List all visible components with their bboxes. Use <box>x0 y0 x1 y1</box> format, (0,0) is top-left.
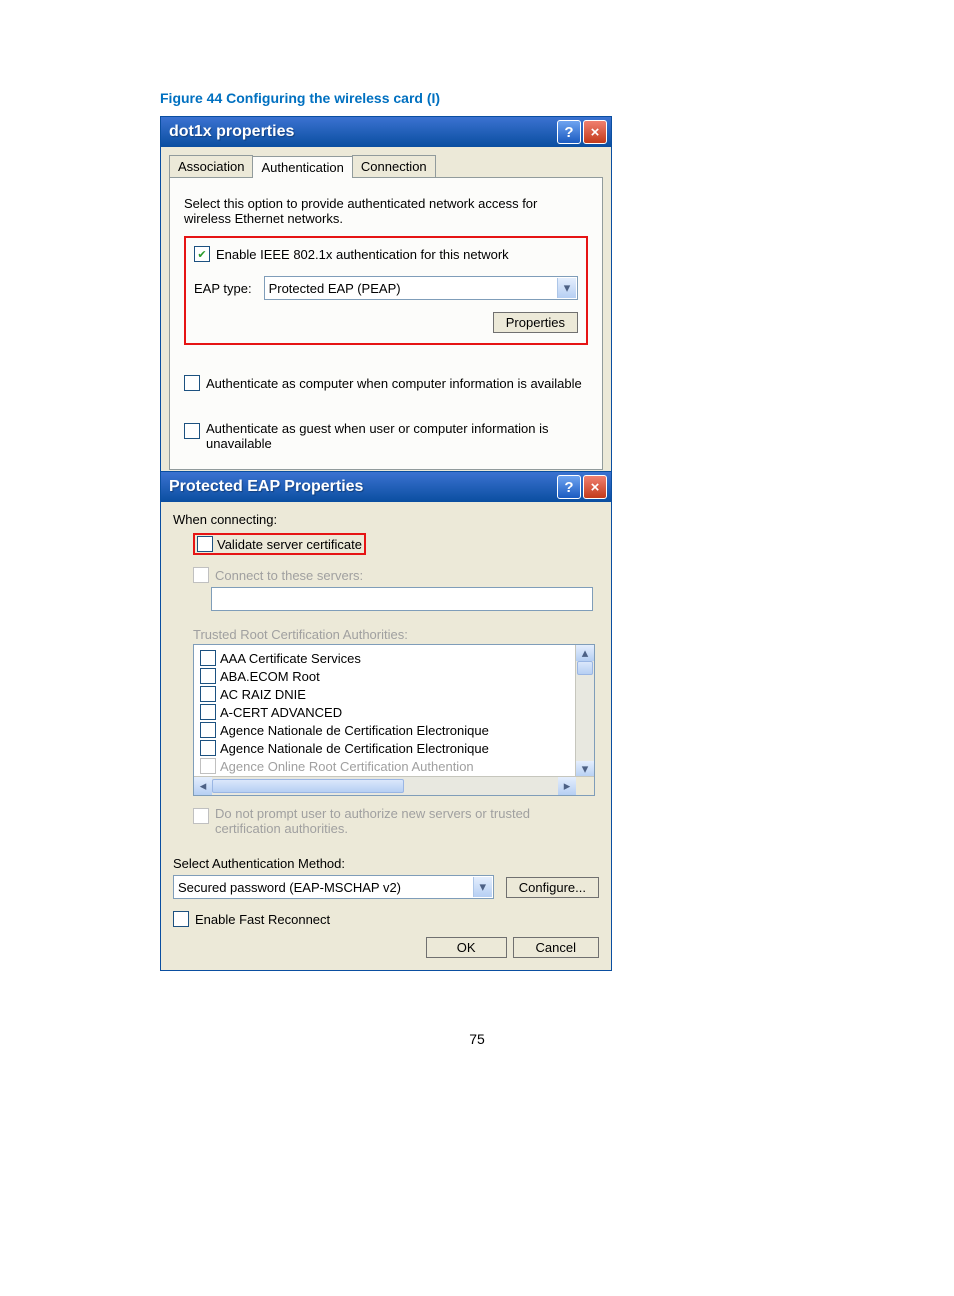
help-icon[interactable]: ? <box>557 475 581 499</box>
ca-checkbox[interactable] <box>200 704 216 720</box>
fast-reconnect-label: Enable Fast Reconnect <box>195 912 330 927</box>
peap-properties-window: Protected EAP Properties ? × When connec… <box>160 471 612 971</box>
close-icon[interactable]: × <box>583 120 607 144</box>
ca-label: AAA Certificate Services <box>220 651 361 666</box>
when-connecting-label: When connecting: <box>173 512 599 527</box>
list-item[interactable]: Agence Online Root Certification Authent… <box>200 757 588 775</box>
validate-cert-checkbox[interactable] <box>197 536 213 552</box>
enable-8021x-label: Enable IEEE 802.1x authentication for th… <box>216 247 509 262</box>
chevron-down-icon: ▾ <box>557 278 576 298</box>
scroll-up-icon[interactable]: ▴ <box>576 645 594 661</box>
list-item[interactable]: AAA Certificate Services <box>200 649 588 667</box>
help-icon[interactable]: ? <box>557 120 581 144</box>
list-item[interactable]: Agence Nationale de Certification Electr… <box>200 721 588 739</box>
window-title: Protected EAP Properties <box>169 478 363 496</box>
ca-checkbox[interactable] <box>200 650 216 666</box>
fast-reconnect-checkbox[interactable] <box>173 911 189 927</box>
no-prompt-label: Do not prompt user to authorize new serv… <box>215 806 575 836</box>
connect-servers-checkbox <box>193 567 209 583</box>
scroll-thumb[interactable] <box>577 661 593 675</box>
properties-button[interactable]: Properties <box>493 312 578 333</box>
ca-label: Agence Nationale de Certification Electr… <box>220 741 489 756</box>
auth-as-guest-checkbox[interactable] <box>184 423 200 439</box>
scroll-down-icon[interactable]: ▾ <box>576 761 594 777</box>
page-number: 75 <box>160 1031 794 1047</box>
tab-strip: Association Authentication Connection <box>161 147 611 177</box>
select-auth-label: Select Authentication Method: <box>173 856 599 871</box>
tab-association[interactable]: Association <box>169 155 253 177</box>
validate-cert-label: Validate server certificate <box>217 537 362 552</box>
window-title: dot1x properties <box>169 123 294 141</box>
trusted-ca-list[interactable]: AAA Certificate Services ABA.ECOM Root A… <box>193 644 595 796</box>
auth-method-select[interactable]: Secured password (EAP-MSCHAP v2) ▾ <box>173 875 494 899</box>
scroll-corner <box>576 777 594 795</box>
highlight-box: Enable IEEE 802.1x authentication for th… <box>184 236 588 345</box>
ca-label: Agence Nationale de Certification Electr… <box>220 723 489 738</box>
auth-method-value: Secured password (EAP-MSCHAP v2) <box>178 880 401 895</box>
list-item[interactable]: A-CERT ADVANCED <box>200 703 588 721</box>
scroll-left-icon[interactable]: ◂ <box>194 777 212 795</box>
highlight-validate: Validate server certificate <box>193 533 366 555</box>
eap-type-select[interactable]: Protected EAP (PEAP) ▾ <box>264 276 578 300</box>
list-item[interactable]: AC RAIZ DNIE <box>200 685 588 703</box>
trusted-ca-label: Trusted Root Certification Authorities: <box>173 627 599 642</box>
ca-label: Agence Online Root Certification Authent… <box>220 759 474 774</box>
ca-checkbox[interactable] <box>200 758 216 774</box>
cancel-button[interactable]: Cancel <box>513 937 599 958</box>
ok-button[interactable]: OK <box>426 937 507 958</box>
auth-as-guest-label: Authenticate as guest when user or compu… <box>206 421 566 451</box>
auth-as-computer-checkbox[interactable] <box>184 375 200 391</box>
connect-servers-label: Connect to these servers: <box>215 568 363 583</box>
ca-checkbox[interactable] <box>200 722 216 738</box>
figure-caption: Figure 44 Configuring the wireless card … <box>160 90 794 106</box>
close-icon[interactable]: × <box>583 475 607 499</box>
ca-checkbox[interactable] <box>200 686 216 702</box>
ca-label: A-CERT ADVANCED <box>220 705 342 720</box>
authentication-pane: Select this option to provide authentica… <box>169 177 603 470</box>
tab-authentication[interactable]: Authentication <box>252 156 352 178</box>
horizontal-scrollbar[interactable]: ◂ ▸ <box>194 776 594 795</box>
connect-servers-input <box>211 587 593 611</box>
ca-label: AC RAIZ DNIE <box>220 687 306 702</box>
scroll-thumb[interactable] <box>212 779 404 793</box>
configure-button[interactable]: Configure... <box>506 877 599 898</box>
list-item[interactable]: ABA.ECOM Root <box>200 667 588 685</box>
titlebar: dot1x properties ? × <box>161 117 611 147</box>
eap-type-label: EAP type: <box>194 281 252 296</box>
dot1x-properties-window: dot1x properties ? × Association Authent… <box>160 116 612 479</box>
list-item[interactable]: Agence Nationale de Certification Electr… <box>200 739 588 757</box>
scroll-right-icon[interactable]: ▸ <box>558 777 576 795</box>
ca-checkbox[interactable] <box>200 668 216 684</box>
enable-8021x-checkbox[interactable] <box>194 246 210 262</box>
ca-label: ABA.ECOM Root <box>220 669 320 684</box>
eap-type-value: Protected EAP (PEAP) <box>269 281 401 296</box>
titlebar: Protected EAP Properties ? × <box>161 472 611 502</box>
auth-as-computer-label: Authenticate as computer when computer i… <box>206 376 582 391</box>
tab-connection[interactable]: Connection <box>352 155 436 177</box>
ca-checkbox[interactable] <box>200 740 216 756</box>
auth-description: Select this option to provide authentica… <box>184 196 564 226</box>
vertical-scrollbar[interactable]: ▴ ▾ <box>575 645 594 777</box>
chevron-down-icon: ▾ <box>473 877 492 897</box>
no-prompt-checkbox <box>193 808 209 824</box>
